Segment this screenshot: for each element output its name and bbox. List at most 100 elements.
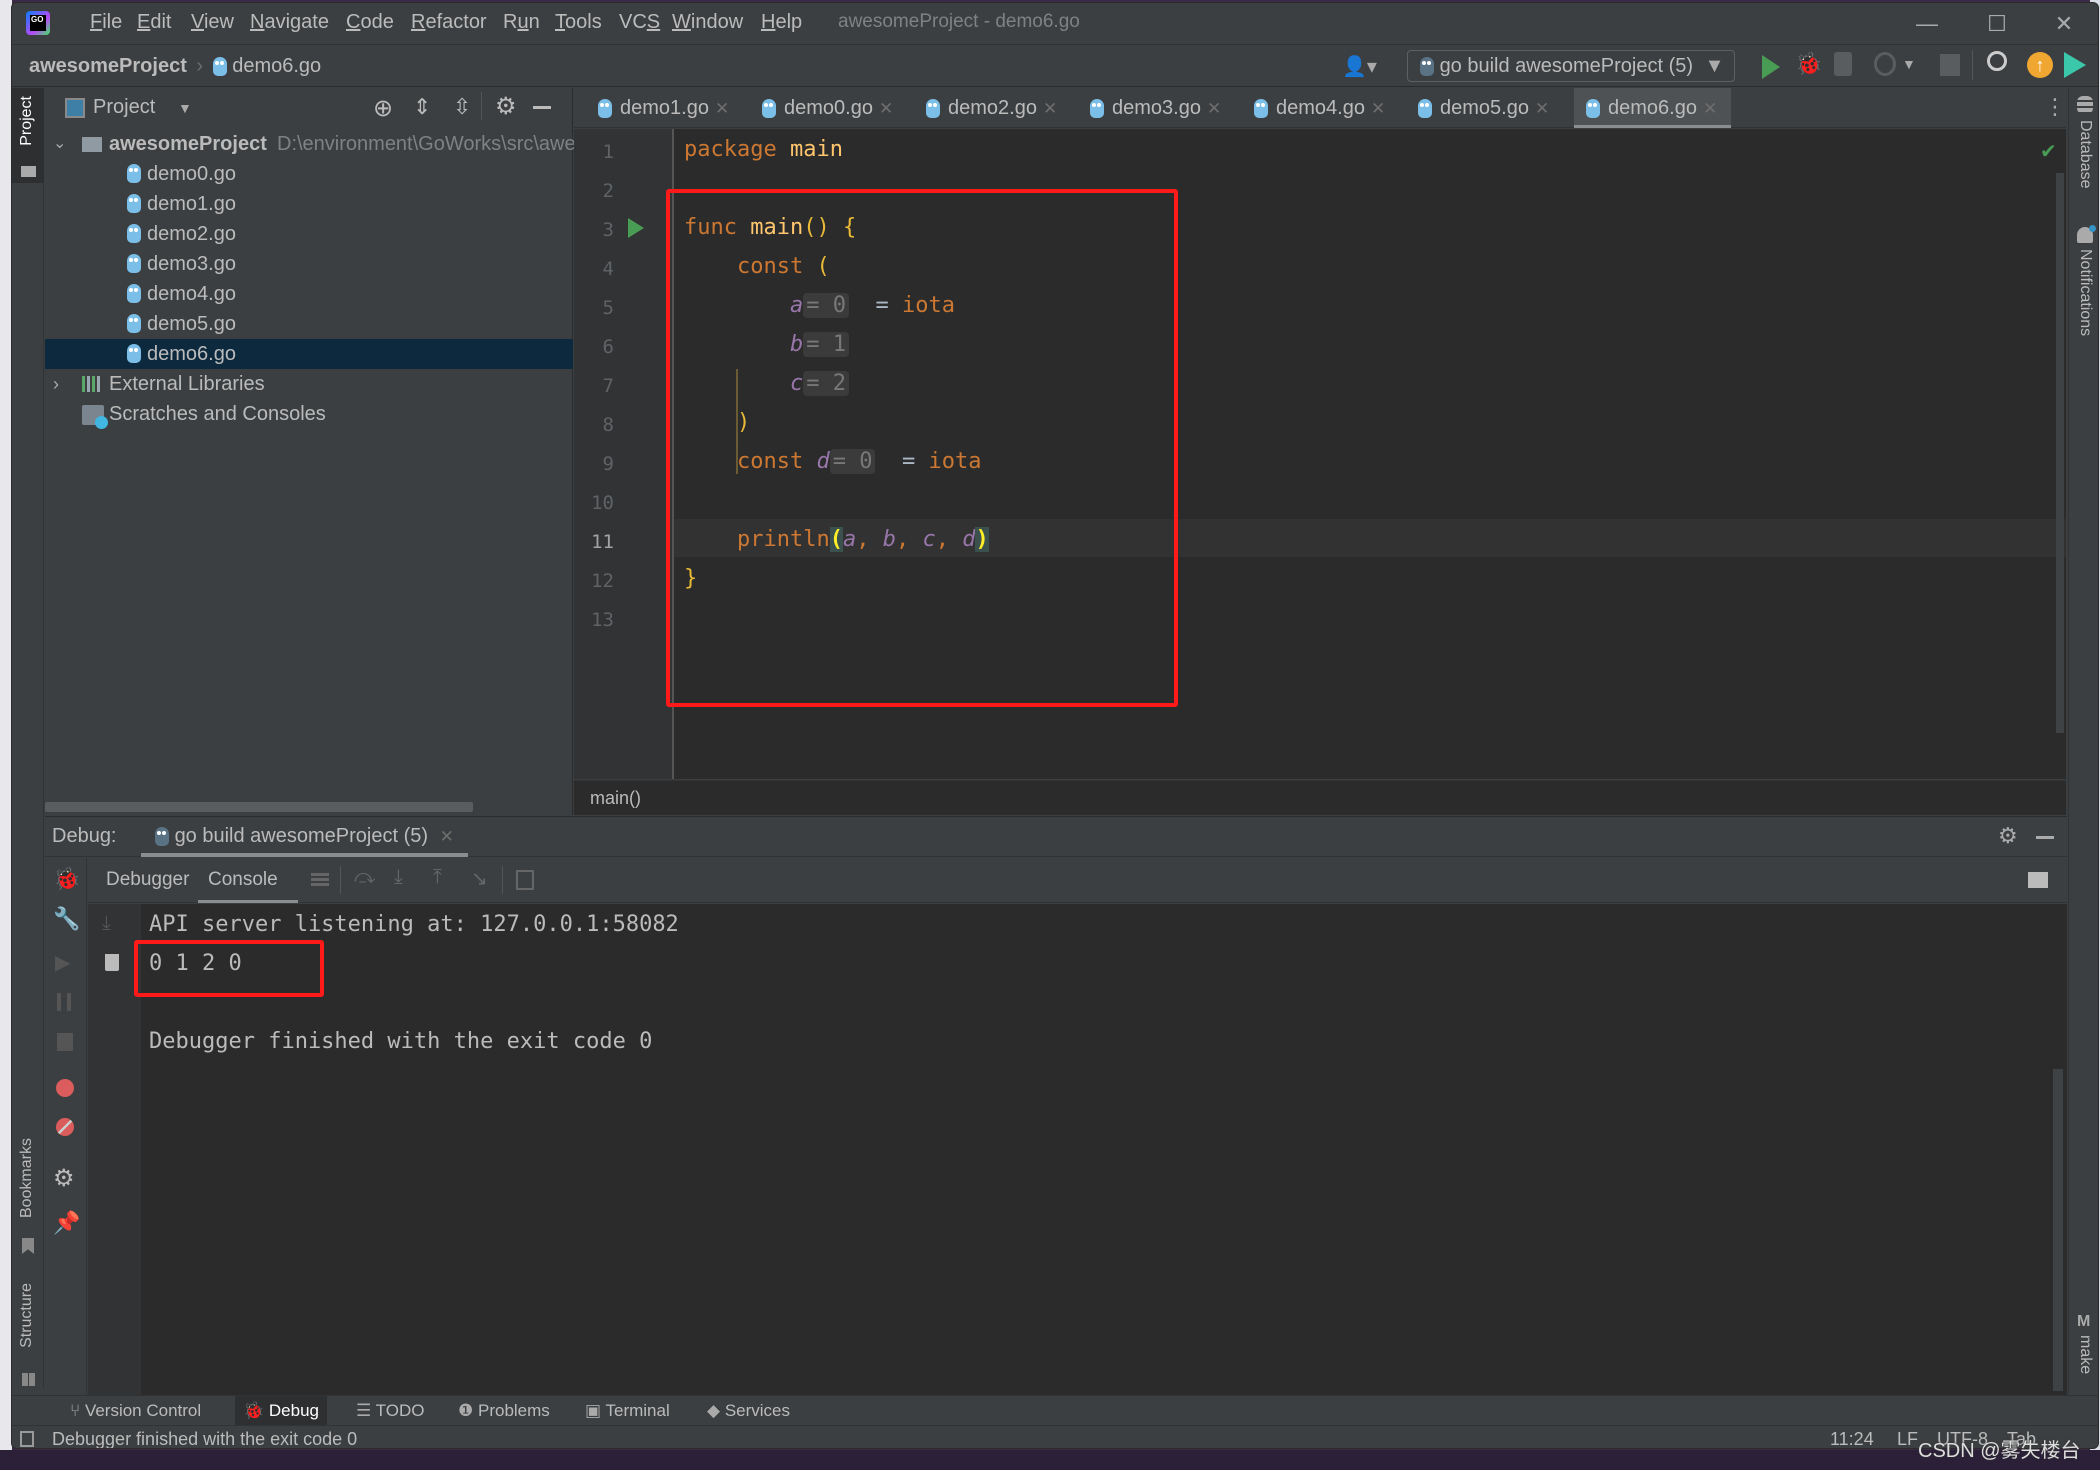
more-tabs-icon[interactable]: ⋮ <box>2044 94 2066 120</box>
tab-demo1-go[interactable]: demo1.go ✕ <box>586 88 743 128</box>
run-configuration-select[interactable]: go build awesomeProject (5) ▼ <box>1407 50 1735 82</box>
console-menu-icon[interactable] <box>311 873 329 887</box>
close-tab-icon[interactable]: ✕ <box>1703 99 1717 118</box>
resume-icon[interactable]: ▶ <box>55 950 70 975</box>
step-out-icon[interactable]: ⤒ <box>433 866 442 889</box>
vcs-user-icon[interactable]: 👤▾ <box>1342 54 1377 79</box>
collapse-all-icon[interactable]: ⇳ <box>453 94 471 120</box>
chevron-down-icon[interactable]: ⌄ <box>53 129 66 159</box>
notifications-tool-button[interactable]: Notifications <box>2069 223 2098 353</box>
close-tab-icon[interactable]: ✕ <box>1207 99 1221 118</box>
tab-demo0-go[interactable]: demo0.go ✕ <box>750 88 907 128</box>
tab-demo6-go[interactable]: demo6.go ✕ <box>1574 88 1732 128</box>
close-button[interactable]: ✕ <box>2034 7 2094 41</box>
run-icon[interactable] <box>1762 55 1780 79</box>
close-tab-icon[interactable]: ✕ <box>879 99 893 118</box>
menu-file[interactable]: File <box>90 11 122 34</box>
breadcrumb-project[interactable]: awesomeProject <box>29 55 187 77</box>
wrench-icon[interactable]: 🔧 <box>53 906 80 932</box>
profile-dropdown-icon[interactable]: ▼ <box>1902 56 1916 72</box>
tree-file-demo1-go[interactable]: demo1.go <box>45 189 573 219</box>
expand-all-icon[interactable]: ⇕ <box>413 94 431 120</box>
menu-code[interactable]: Code <box>346 11 394 34</box>
make-tool-button[interactable]: M make <box>2069 1313 2098 1383</box>
debug-icon[interactable]: 🐞 <box>1795 51 1822 77</box>
tool-todo[interactable]: ☰ TODO <box>348 1396 432 1426</box>
tool-terminal[interactable]: ▣ Terminal <box>577 1396 678 1426</box>
search-icon[interactable] <box>1987 51 2007 71</box>
tool-debug[interactable]: 🐞 Debug <box>235 1396 328 1426</box>
profile-icon[interactable] <box>1874 52 1896 76</box>
chevron-right-icon[interactable]: › <box>53 369 59 399</box>
code-editor[interactable]: 1 2 3 4 5 6 7 8 9 10 11 12 13 package main func main… <box>574 129 2066 779</box>
tab-demo4-go[interactable]: demo4.go ✕ <box>1242 88 1399 128</box>
console-scrollbar[interactable] <box>2053 1069 2063 1391</box>
tree-scratches[interactable]: Scratches and Consoles <box>45 399 573 429</box>
tree-file-demo3-go[interactable]: demo3.go <box>45 249 573 279</box>
close-tab-icon[interactable]: ✕ <box>715 99 729 118</box>
code-with-me-icon[interactable] <box>2064 52 2086 78</box>
pin-icon[interactable]: 📌 <box>53 1210 80 1236</box>
step-into-icon[interactable]: ⤓ <box>394 866 403 889</box>
tree-file-demo6-go[interactable]: demo6.go <box>45 339 573 369</box>
toggle-tool-windows-icon[interactable] <box>20 1431 34 1447</box>
hide-panel-icon[interactable] <box>2036 836 2054 839</box>
tree-file-demo5-go[interactable]: demo5.go <box>45 309 573 339</box>
tree-external-libraries[interactable]: › External Libraries <box>45 369 573 399</box>
caret-position[interactable]: 11:24 <box>1830 1426 1874 1448</box>
evaluate-expression-icon[interactable] <box>516 870 534 890</box>
vertical-scrollbar[interactable] <box>2056 173 2064 733</box>
bookmarks-tool-button[interactable]: Bookmarks <box>12 1138 44 1268</box>
status-message[interactable]: Debugger finished with the exit code 0 <box>52 1426 357 1448</box>
tool-version-control[interactable]: ⑂ Version Control <box>62 1396 209 1426</box>
update-icon[interactable]: ↑ <box>2027 52 2053 78</box>
tab-console[interactable]: Console <box>198 858 298 903</box>
trash-icon[interactable] <box>105 954 119 971</box>
tab-debugger[interactable]: Debugger <box>106 869 189 891</box>
menu-view[interactable]: View <box>191 11 234 34</box>
database-tool-button[interactable]: Database <box>2069 88 2098 208</box>
menu-run[interactable]: Run <box>503 11 540 34</box>
menu-tools[interactable]: Tools <box>555 11 602 34</box>
chevron-down-icon[interactable]: ▼ <box>178 100 192 116</box>
tree-file-demo0-go[interactable]: demo0.go <box>45 159 573 189</box>
debug-session-tab[interactable]: go build awesomeProject (5) ✕ <box>141 817 468 857</box>
gear-icon[interactable]: ⚙ <box>1998 823 2018 849</box>
line-separator[interactable]: LF <box>1897 1426 1918 1448</box>
breadcrumb-file[interactable]: demo6.go <box>232 55 321 77</box>
view-breakpoints-icon[interactable] <box>56 1079 74 1097</box>
minimize-button[interactable]: — <box>1897 7 1957 41</box>
gear-icon[interactable]: ⚙ <box>495 92 517 121</box>
close-tab-icon[interactable]: ✕ <box>1043 99 1057 118</box>
tree-root-awesomeproject[interactable]: ⌄ awesomeProject D:\environment\GoWorks\… <box>45 129 586 159</box>
horizontal-scrollbar[interactable] <box>45 802 473 812</box>
hide-panel-icon[interactable] <box>533 106 551 109</box>
step-over-icon[interactable]: ⤼ <box>354 866 375 889</box>
stop-debug-icon[interactable] <box>57 1033 73 1051</box>
tool-services[interactable]: ◆ Services <box>699 1396 798 1426</box>
tab-demo2-go[interactable]: demo2.go ✕ <box>914 88 1071 128</box>
close-tab-icon[interactable]: ✕ <box>440 827 454 846</box>
close-tab-icon[interactable]: ✕ <box>1371 99 1385 118</box>
project-tool-button[interactable]: Project <box>12 88 44 183</box>
menu-edit[interactable]: Edit <box>137 11 171 34</box>
tool-problems[interactable]: ❶ Problems <box>450 1396 558 1426</box>
settings-icon[interactable]: ⚙ <box>53 1164 75 1193</box>
menu-help[interactable]: Help <box>761 11 802 34</box>
project-view-selector[interactable]: Project <box>93 96 155 119</box>
tree-file-demo2-go[interactable]: demo2.go <box>45 219 573 249</box>
run-gutter-icon[interactable] <box>628 218 644 238</box>
maximize-button[interactable]: ☐ <box>1967 7 2027 41</box>
menu-vcs[interactable]: VCS <box>619 11 660 34</box>
locate-file-icon[interactable]: ⊕ <box>373 94 393 123</box>
tab-demo3-go[interactable]: demo3.go ✕ <box>1078 88 1235 128</box>
debug-bug-icon[interactable]: 🐞 <box>53 866 80 892</box>
structure-tool-button[interactable]: Structure <box>12 1283 44 1393</box>
breadcrumb-function[interactable]: main() <box>590 788 641 809</box>
coverage-icon[interactable] <box>1834 52 1852 76</box>
stop-icon[interactable] <box>1940 54 1960 76</box>
tree-file-demo4-go[interactable]: demo4.go <box>45 279 573 309</box>
menu-refactor[interactable]: Refactor <box>411 11 487 34</box>
run-to-cursor-icon[interactable]: ↘ <box>471 866 488 891</box>
mute-breakpoints-icon[interactable] <box>56 1118 74 1136</box>
